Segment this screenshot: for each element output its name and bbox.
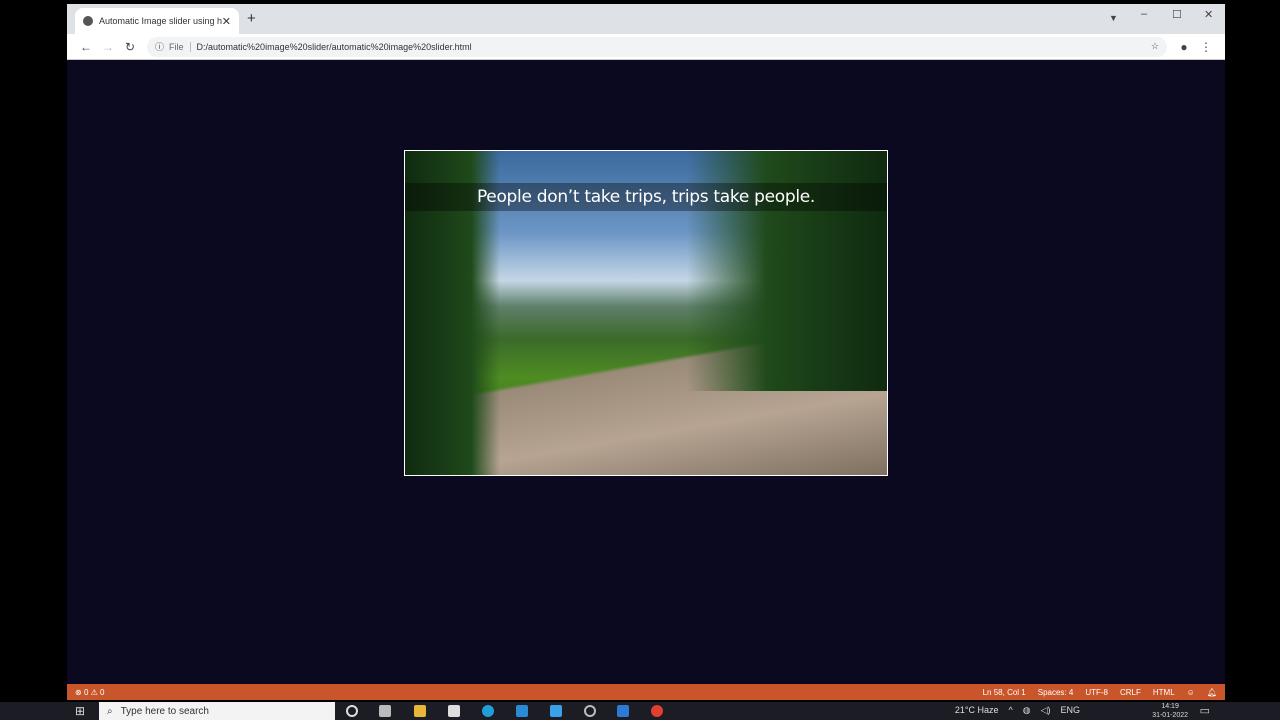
editor-status-bar: ⊗ 0 ⚠ 0 Ln 58, Col 1 Spaces: 4 UTF-8 CRL… — [67, 684, 1225, 700]
store-icon[interactable] — [448, 705, 460, 717]
profile-icon[interactable]: ● — [1173, 40, 1195, 54]
profile-download-icon[interactable]: ▼ — [1109, 13, 1118, 23]
reload-icon[interactable]: ↻ — [119, 40, 141, 54]
app-icon[interactable] — [550, 705, 562, 717]
warning-icon[interactable]: ⚠ — [91, 688, 98, 697]
back-icon[interactable]: ← — [75, 40, 97, 54]
tab-title: Automatic Image slider using ht — [99, 16, 222, 26]
taskbar-search[interactable]: ⌕ Type here to search — [99, 702, 335, 720]
cursor-position[interactable]: Ln 58, Col 1 — [983, 688, 1026, 697]
clock[interactable]: 14:19 31-01-2022 — [1152, 702, 1188, 720]
image-slider: People don’t take trips, trips take peop… — [404, 150, 888, 476]
menu-icon[interactable]: ⋮ — [1195, 40, 1217, 54]
bell-icon[interactable]: 🔔︎ — [1207, 688, 1217, 697]
file-explorer-icon[interactable] — [414, 705, 426, 717]
notifications-icon[interactable]: ▭ — [1200, 704, 1210, 717]
language-mode[interactable]: HTML — [1153, 688, 1175, 697]
network-icon[interactable]: ◍ — [1023, 705, 1031, 716]
forward-icon[interactable]: → — [97, 40, 119, 54]
address-bar-row: ← → ↻ ⓘ File D:/automatic%20image%20slid… — [67, 34, 1225, 60]
task-view-icon[interactable] — [379, 705, 391, 717]
edge-icon[interactable] — [482, 705, 494, 717]
error-count[interactable]: 0 — [84, 688, 88, 697]
date: 31-01-2022 — [1152, 712, 1188, 719]
tray-chevron-icon[interactable]: ^ — [1008, 705, 1012, 716]
vscode-icon[interactable] — [617, 705, 629, 717]
search-icon: ⌕ — [107, 705, 113, 717]
line-ending[interactable]: CRLF — [1120, 688, 1141, 697]
url-text: D:/automatic%20image%20slider/automatic%… — [196, 41, 472, 52]
globe-icon — [83, 16, 93, 26]
feedback-icon[interactable]: ☺ — [1187, 688, 1195, 697]
error-icon[interactable]: ⊗ — [75, 688, 82, 697]
encoding[interactable]: UTF-8 — [1085, 688, 1108, 697]
browser-tab[interactable]: Automatic Image slider using ht ✕ — [75, 8, 239, 34]
mail-icon[interactable] — [516, 705, 528, 717]
browser-window: Automatic Image slider using ht ✕ + ▼ – … — [67, 4, 1225, 684]
weather[interactable]: 21°C Haze — [955, 705, 999, 716]
cortana-icon[interactable] — [346, 705, 358, 717]
volume-icon[interactable]: ◁) — [1041, 705, 1051, 716]
url-input[interactable]: ⓘ File D:/automatic%20image%20slider/aut… — [147, 36, 1167, 57]
star-icon[interactable]: ☆ — [1151, 41, 1159, 52]
slide-caption: People don’t take trips, trips take peop… — [405, 183, 887, 211]
windows-start-icon[interactable]: ⊞ — [75, 704, 85, 718]
maximize-button[interactable]: ☐ — [1172, 8, 1182, 21]
indentation[interactable]: Spaces: 4 — [1038, 688, 1074, 697]
close-window-button[interactable]: ✕ — [1204, 8, 1213, 21]
chrome-icon[interactable] — [651, 705, 663, 717]
system-tray: 21°C Haze ^ ◍ ◁) ENG — [955, 705, 1080, 716]
minimize-button[interactable]: – — [1141, 8, 1147, 20]
time: 14:19 — [1161, 703, 1179, 710]
obs-icon[interactable] — [584, 705, 596, 717]
warning-count[interactable]: 0 — [100, 688, 104, 697]
new-tab-button[interactable]: + — [247, 10, 256, 27]
close-tab-icon[interactable]: ✕ — [222, 15, 231, 28]
tab-bar: Automatic Image slider using ht ✕ + ▼ – … — [67, 4, 1225, 34]
info-icon[interactable]: ⓘ — [155, 40, 164, 53]
taskbar: ⊞ ⌕ Type here to search 21°C Haze ^ ◍ ◁)… — [0, 702, 1280, 720]
search-placeholder: Type here to search — [120, 705, 209, 717]
scheme-label: File — [169, 41, 191, 52]
language-indicator[interactable]: ENG — [1060, 705, 1080, 716]
